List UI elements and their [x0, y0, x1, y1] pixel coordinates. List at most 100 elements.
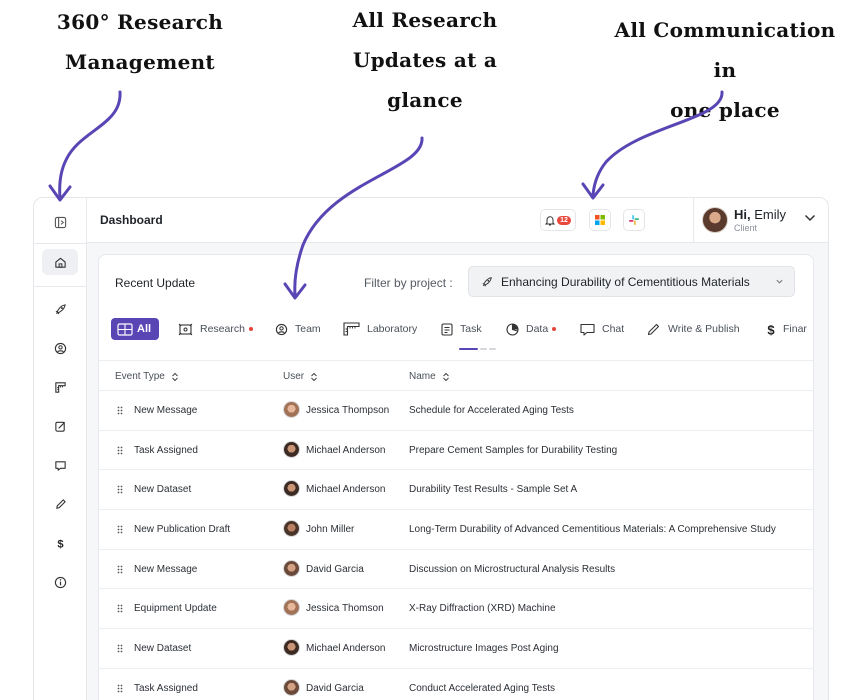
- tab-team[interactable]: Team: [275, 318, 321, 340]
- tab-label: Laboratory: [367, 323, 418, 335]
- annotation-line: Updates at a: [352, 48, 498, 72]
- sidebar-item-team[interactable]: [42, 335, 78, 361]
- avatar: [283, 599, 300, 617]
- drag-handle-icon[interactable]: [117, 684, 123, 693]
- chevron-down-icon: [804, 214, 816, 222]
- sort-icon: [442, 372, 449, 381]
- tab-write-publish[interactable]: Write & Publish: [647, 318, 740, 340]
- user-name: David Garcia: [306, 563, 364, 575]
- avatar: [283, 520, 300, 538]
- tab-finance[interactable]: $ Finar: [766, 318, 807, 340]
- recent-update-card: Recent Update Filter by project : Enhanc…: [98, 254, 814, 700]
- avatar: [283, 401, 300, 418]
- avatar: [283, 440, 300, 458]
- project-filter-select[interactable]: Enhancing Durability of Cementitious Mat…: [468, 266, 795, 297]
- column-header-user[interactable]: User: [283, 371, 318, 382]
- drag-handle-icon[interactable]: [117, 446, 123, 455]
- microsoft-icon: [595, 215, 605, 225]
- collapse-sidebar-button[interactable]: [42, 209, 78, 235]
- greeting-word: Hi,: [734, 207, 751, 222]
- table-row[interactable]: Task Assigned David Garcia Conduct Accel…: [99, 669, 813, 700]
- sidebar-item-home[interactable]: [42, 249, 78, 275]
- laboratory-icon: [343, 322, 360, 336]
- avatar: [283, 678, 300, 696]
- drag-handle-icon[interactable]: [117, 406, 123, 415]
- tab-research[interactable]: Research: [178, 318, 253, 340]
- finance-icon: $: [57, 538, 64, 549]
- event-name: Discussion on Microstructural Analysis R…: [409, 563, 616, 575]
- tab-label: Finar: [783, 323, 807, 335]
- sidebar-item-finance[interactable]: $: [42, 530, 78, 556]
- event-name: X-Ray Diffraction (XRD) Machine: [409, 603, 556, 615]
- table-header: Event Type User Name: [99, 360, 813, 391]
- avatar: [283, 559, 300, 577]
- write-icon: [647, 323, 660, 335]
- column-label: User: [283, 371, 305, 382]
- tab-label: Chat: [602, 323, 625, 335]
- tab-label: All: [137, 323, 152, 335]
- sidebar-divider: [34, 243, 87, 244]
- tab-all[interactable]: All: [111, 318, 160, 340]
- table-row[interactable]: New Dataset Michael Anderson Durability …: [99, 470, 813, 511]
- event-name: Long-Term Durability of Advanced Cementi…: [409, 524, 776, 536]
- event-type: Equipment Update: [134, 603, 217, 615]
- drag-handle-icon[interactable]: [117, 604, 123, 613]
- tab-task[interactable]: Task: [441, 318, 482, 340]
- sidebar: $: [34, 198, 87, 700]
- svg-text:$: $: [767, 323, 775, 336]
- sidebar-item-laboratory[interactable]: [42, 374, 78, 400]
- sidebar-item-chat[interactable]: [42, 452, 78, 478]
- drag-handle-icon[interactable]: [117, 644, 123, 653]
- sidebar-divider: [34, 286, 87, 287]
- event-type: New Message: [134, 563, 198, 575]
- page-title: Dashboard: [100, 213, 163, 227]
- tabs-scroll-indicator: [459, 348, 498, 350]
- annotation-communication: All Communication in one place: [600, 10, 850, 130]
- notifications-button[interactable]: 12: [540, 209, 576, 231]
- table-row[interactable]: Task Assigned Michael Anderson Prepare C…: [99, 431, 813, 471]
- table-row[interactable]: Equipment Update Jessica Thomson X-Ray D…: [99, 589, 813, 630]
- card-title: Recent Update: [115, 276, 196, 290]
- microsoft-integration-button[interactable]: [589, 209, 611, 231]
- drag-handle-icon[interactable]: [117, 485, 123, 494]
- annotation-line: All Communication in: [614, 18, 836, 82]
- annotation-line: 360° Research: [56, 10, 224, 34]
- sidebar-item-research[interactable]: [42, 296, 78, 322]
- tab-label: Team: [295, 323, 321, 335]
- info-icon: [54, 576, 66, 588]
- slack-integration-button[interactable]: [623, 209, 645, 231]
- table-row[interactable]: New Publication Draft John Miller Long-T…: [99, 510, 813, 550]
- event-name: Schedule for Accelerated Aging Tests: [409, 405, 574, 416]
- sidebar-item-task[interactable]: [42, 413, 78, 439]
- tab-label: Research: [200, 323, 245, 335]
- user-name: David Garcia: [306, 682, 364, 694]
- annotation-line: All Research: [352, 8, 498, 32]
- column-header-name[interactable]: Name: [409, 371, 450, 382]
- table-row[interactable]: New Dataset Michael Anderson Microstruct…: [99, 629, 813, 669]
- task-icon: [54, 421, 65, 432]
- column-label: Event Type: [115, 371, 165, 382]
- data-icon: [506, 322, 519, 336]
- tab-label: Write & Publish: [668, 323, 740, 335]
- recent-updates-table: Event Type User Name New Message Jessica…: [99, 360, 813, 700]
- tab-data[interactable]: Data: [506, 318, 557, 340]
- drag-handle-icon[interactable]: [117, 565, 123, 574]
- grid-icon: [117, 322, 133, 336]
- column-header-event-type[interactable]: Event Type: [115, 371, 179, 382]
- bell-icon: [545, 215, 556, 225]
- user-menu[interactable]: Hi, Emily Client: [693, 198, 828, 243]
- drag-handle-icon[interactable]: [117, 525, 123, 534]
- tab-laboratory[interactable]: Laboratory: [343, 318, 417, 340]
- sidebar-item-write[interactable]: [42, 491, 78, 517]
- tab-chat[interactable]: Chat: [580, 318, 624, 340]
- event-type: Task Assigned: [134, 682, 198, 694]
- user-name: John Miller: [306, 524, 355, 536]
- tab-label: Data: [526, 323, 549, 335]
- team-icon: [54, 342, 66, 354]
- table-row[interactable]: New Message David Garcia Discussion on M…: [99, 550, 813, 590]
- table-row[interactable]: New Message Jessica Thompson Schedule fo…: [99, 391, 813, 431]
- user-name: Michael Anderson: [306, 444, 386, 456]
- annotation-line: one place: [670, 98, 780, 122]
- svg-text:$: $: [57, 538, 64, 549]
- sidebar-item-info[interactable]: [42, 569, 78, 595]
